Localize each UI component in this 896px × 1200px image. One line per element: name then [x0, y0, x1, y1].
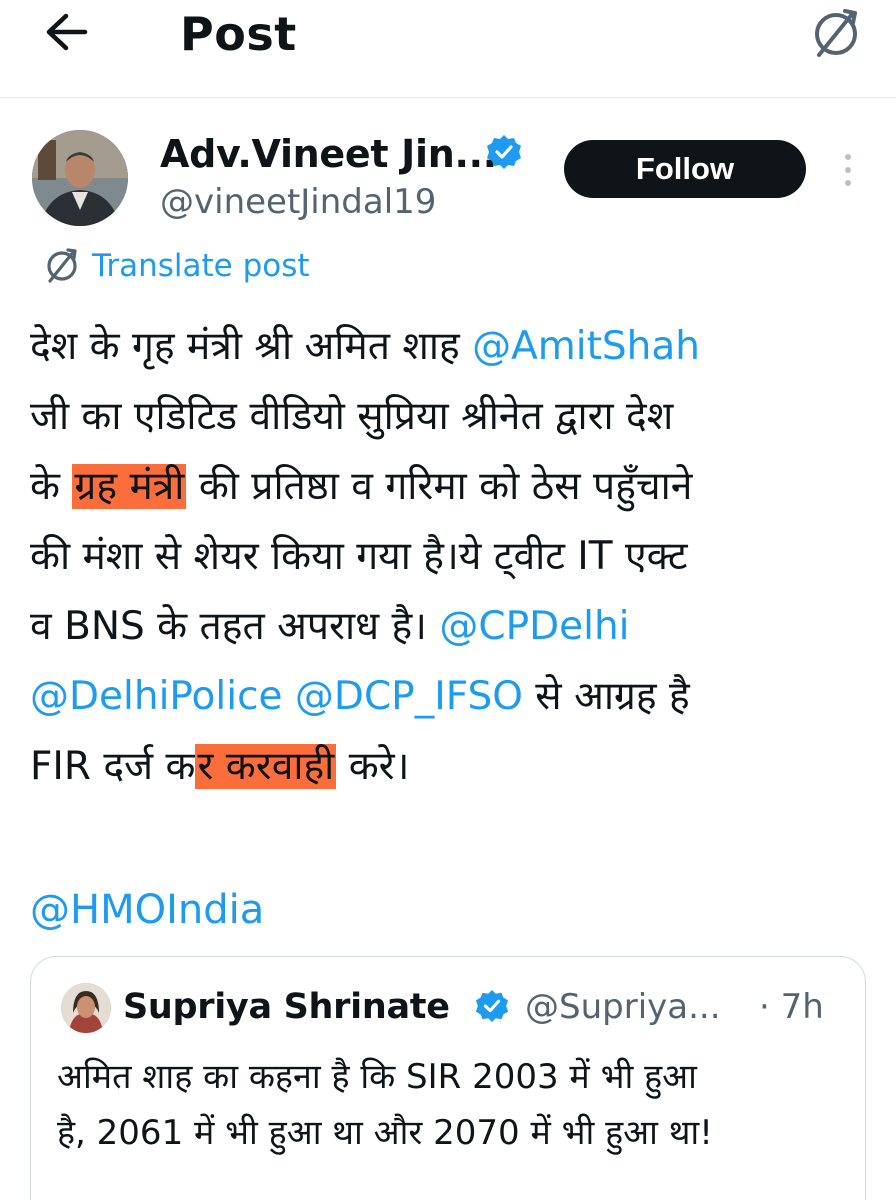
mention-link[interactable]: @AmitShah [472, 324, 700, 369]
page-title: Post [180, 7, 297, 61]
post-text-line: देश के गृह मंत्री श्री अमित शाह @AmitSha… [30, 312, 866, 382]
post-text-segment: देश के गृह मंत्री श्री अमित शाह [30, 324, 473, 369]
author-handle[interactable]: @vineetJindal19 [160, 180, 436, 224]
post-text-segment: की प्रतिष्ठा व गरिमा को ठेस पहुँचाने [186, 464, 693, 509]
mention-link[interactable]: @DCP_IFSO [295, 674, 523, 719]
mention-link[interactable]: @CPDelhi [439, 604, 629, 649]
translate-button[interactable] [808, 8, 864, 64]
post-text-line: @DelhiPolice @DCP_IFSO से आग्रह है [30, 662, 866, 732]
verified-badge-icon [475, 989, 509, 1023]
post-text-segment: के [30, 464, 73, 509]
post-text-segment: व BNS के तहत अपराध है। [30, 604, 440, 649]
top-bar: Post [0, 0, 896, 98]
post-text-line: FIR दर्ज कर करवाही करे। [30, 732, 866, 802]
highlighted-text: र करवाही [195, 744, 337, 789]
author-avatar[interactable] [32, 130, 128, 226]
follow-button[interactable]: Follow [564, 140, 806, 198]
post-text-segment [283, 674, 295, 719]
post-text-segment: की मंशा से शेयर किया गया है।ये ट्वीट IT … [30, 534, 688, 579]
quoted-author-handle: @Supriya... [525, 987, 721, 1027]
post-text-segment: FIR दर्ज क [30, 744, 196, 789]
quoted-author-avatar [61, 983, 111, 1033]
post-text-line: की मंशा से शेयर किया गया है।ये ट्वीट IT … [30, 522, 866, 592]
post-text: देश के गृह मंत्री श्री अमित शाह @AmitSha… [30, 312, 866, 802]
quoted-post-text: अमित शाह का कहना है कि SIR 2003 में भी ह… [57, 1049, 847, 1161]
back-button[interactable] [40, 12, 92, 56]
post-text-segment: जी का एडिटिड वीडियो सुप्रिया श्रीनेत द्व… [30, 394, 674, 439]
post-text-line: जी का एडिटिड वीडियो सुप्रिया श्रीनेत द्व… [30, 382, 866, 452]
post-text-line: के ग्रह मंत्री की प्रतिष्ठा व गरिमा को ठ… [30, 452, 866, 522]
more-options-icon[interactable] [836, 150, 860, 190]
translate-post-link[interactable]: Translate post [40, 244, 310, 288]
quoted-post[interactable]: Supriya Shrinate @Supriya... · 7h अमित श… [30, 956, 866, 1200]
quoted-post-time: · 7h [759, 987, 824, 1027]
mention-link[interactable]: @HMOIndia [30, 878, 264, 942]
highlighted-text: ग्रह मंत्री [72, 464, 187, 509]
verified-badge-icon [486, 134, 522, 170]
arrow-left-icon [44, 12, 88, 56]
post-text-line: व BNS के तहत अपराध है। @CPDelhi [30, 592, 866, 662]
translate-post-label: Translate post [92, 248, 310, 284]
quoted-post-text-line: है, 2061 में भी हुआ था और 2070 में भी हु… [57, 1113, 713, 1153]
quoted-post-text-line: अमित शाह का कहना है कि SIR 2003 में भी ह… [57, 1057, 697, 1097]
translate-icon [809, 7, 863, 65]
quoted-author-name: Supriya Shrinate [123, 987, 450, 1027]
translate-icon [40, 244, 84, 288]
post-text-segment: करे। [336, 744, 410, 789]
mention-link[interactable]: @DelhiPolice [30, 674, 283, 719]
post-text-segment: से आग्रह है [522, 674, 690, 719]
author-name[interactable]: Adv.Vineet Jin... [160, 130, 497, 178]
